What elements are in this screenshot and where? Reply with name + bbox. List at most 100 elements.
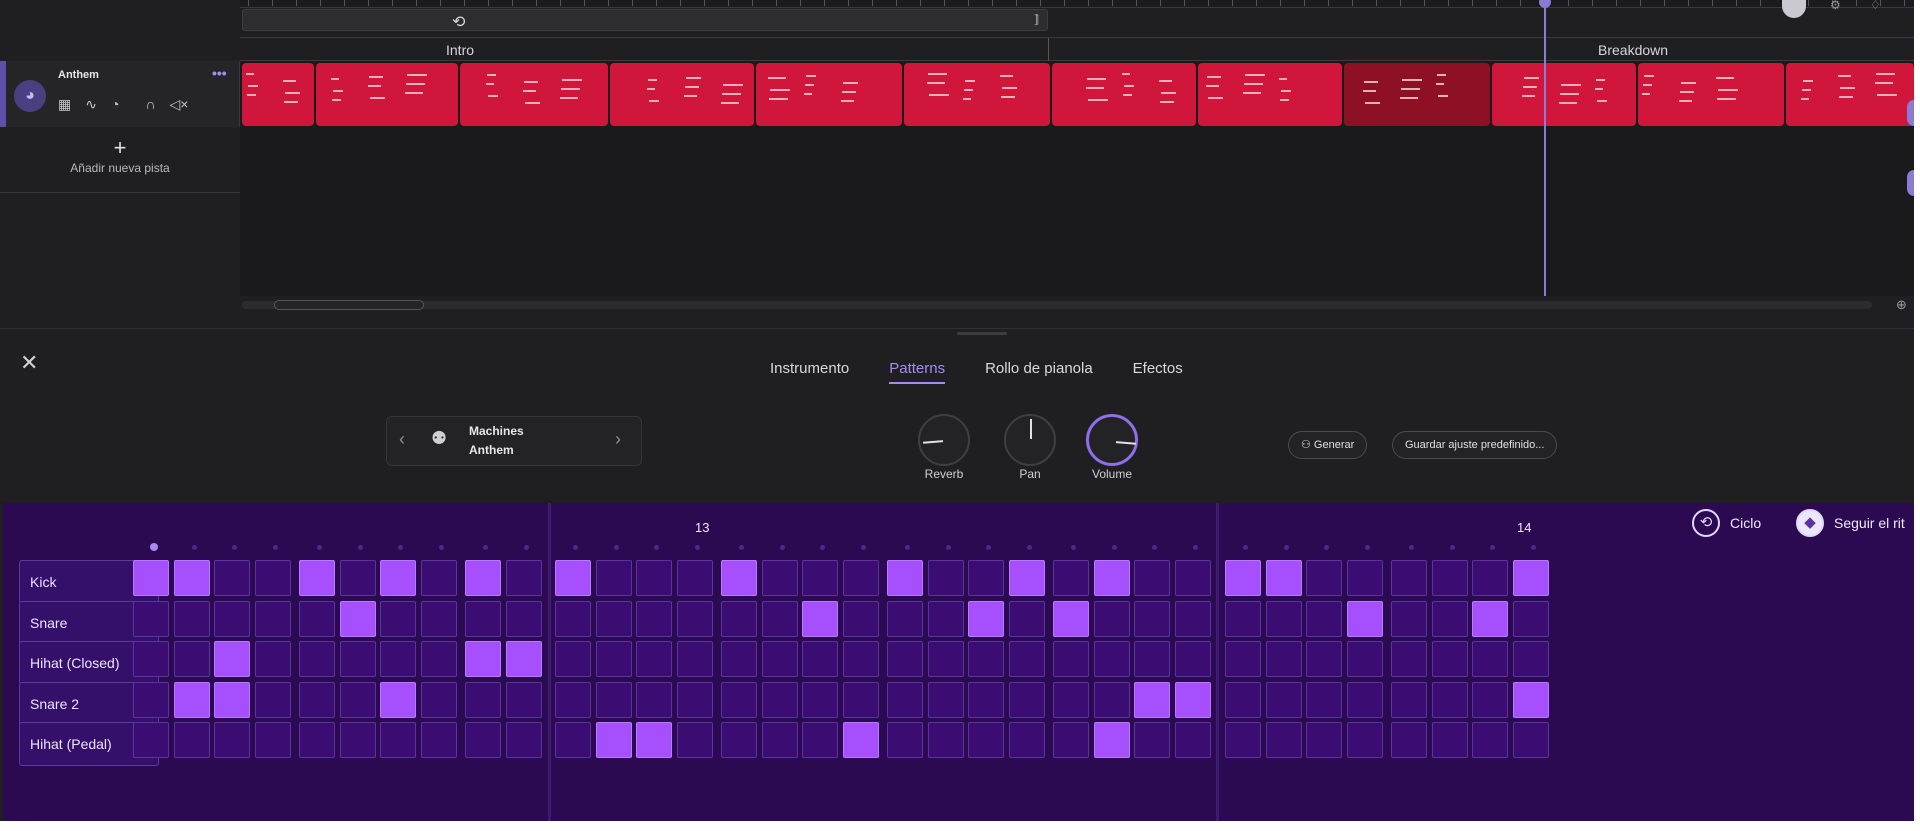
step-cell[interactable] — [721, 641, 757, 677]
step-cell[interactable] — [133, 641, 169, 677]
step-cell[interactable] — [1512, 641, 1549, 677]
step-cell[interactable] — [968, 681, 1004, 718]
step-cell[interactable] — [1134, 722, 1170, 758]
step-cell[interactable] — [595, 641, 632, 677]
step-cell[interactable] — [420, 641, 457, 677]
step-cell[interactable] — [1008, 560, 1045, 596]
step-cell[interactable] — [1053, 722, 1089, 758]
step-cell[interactable] — [1431, 722, 1468, 758]
step-cell[interactable] — [555, 722, 591, 758]
step-cell[interactable] — [802, 681, 838, 718]
step-cell[interactable] — [636, 681, 672, 718]
step-cell[interactable] — [761, 641, 798, 677]
step-cell[interactable] — [1391, 560, 1427, 596]
step-cell[interactable] — [1391, 600, 1427, 637]
step-cell[interactable] — [555, 600, 591, 637]
pads-icon[interactable]: ▦ — [58, 96, 71, 113]
pattern-clip[interactable] — [1786, 63, 1914, 126]
step-cell[interactable] — [1008, 641, 1045, 677]
step-cell[interactable] — [676, 722, 713, 758]
step-cell[interactable] — [1472, 641, 1508, 677]
section-label-intro[interactable]: Intro — [446, 42, 474, 58]
step-cell[interactable] — [555, 681, 591, 718]
step-cell[interactable] — [1225, 681, 1261, 718]
step-cell[interactable] — [676, 641, 713, 677]
track-header[interactable]: ◕ Anthem ••• ▦ ∿ ◔ ∩ ◁× — [0, 61, 240, 127]
tab-effects[interactable]: Efectos — [1133, 360, 1183, 384]
step-cell[interactable] — [761, 600, 798, 637]
step-cell[interactable] — [1346, 641, 1383, 677]
step-cell[interactable] — [636, 600, 672, 637]
step-cell[interactable] — [1093, 560, 1130, 596]
step-cell[interactable] — [1472, 560, 1508, 596]
step-cell[interactable] — [555, 560, 591, 596]
pan-knob[interactable] — [1004, 414, 1056, 466]
step-cell[interactable] — [1225, 641, 1261, 677]
track-name[interactable]: Anthem — [58, 69, 99, 81]
step-cell[interactable] — [1431, 641, 1468, 677]
step-cell[interactable] — [636, 560, 672, 596]
step-cell[interactable] — [1225, 722, 1261, 758]
step-cell[interactable] — [465, 600, 501, 637]
step-cell[interactable] — [1265, 600, 1302, 637]
step-cell[interactable] — [299, 722, 335, 758]
step-cell[interactable] — [1512, 681, 1549, 718]
step-cell[interactable] — [254, 722, 291, 758]
zoom-icon[interactable]: ⊕ — [1896, 297, 1907, 313]
step-cell[interactable] — [721, 722, 757, 758]
resize-grip[interactable] — [957, 332, 1007, 335]
step-cell[interactable] — [761, 681, 798, 718]
step-cell[interactable] — [339, 560, 376, 596]
step-cell[interactable] — [173, 560, 210, 596]
step-cell[interactable] — [465, 560, 501, 596]
step-cell[interactable] — [1346, 600, 1383, 637]
pattern-clip[interactable] — [1638, 63, 1784, 126]
step-cell[interactable] — [1431, 681, 1468, 718]
step-cell[interactable] — [133, 722, 169, 758]
step-cell[interactable] — [1306, 600, 1342, 637]
loop-toggle[interactable]: ⟲ Ciclo — [1692, 509, 1761, 537]
step-cell[interactable] — [1174, 722, 1211, 758]
pattern-clip[interactable] — [1344, 63, 1490, 126]
timeline-ruler[interactable] — [240, 0, 1914, 8]
step-cell[interactable] — [214, 600, 250, 637]
step-cell[interactable] — [1225, 600, 1261, 637]
step-cell[interactable] — [721, 681, 757, 718]
step-cell[interactable] — [420, 560, 457, 596]
step-cell[interactable] — [505, 641, 542, 677]
step-cell[interactable] — [133, 600, 169, 637]
headphones-icon[interactable]: ∩ — [145, 96, 155, 113]
step-cell[interactable] — [1391, 722, 1427, 758]
step-cell[interactable] — [380, 641, 416, 677]
step-cell[interactable] — [173, 722, 210, 758]
step-cell[interactable] — [254, 681, 291, 718]
step-cell[interactable] — [842, 641, 879, 677]
tab-instrument[interactable]: Instrumento — [770, 360, 849, 384]
pattern-clip[interactable] — [460, 63, 608, 126]
step-cell[interactable] — [721, 560, 757, 596]
generate-button[interactable]: ⚇ Generar — [1288, 431, 1368, 459]
loop-icon[interactable]: ⟲ — [452, 12, 465, 32]
step-cell[interactable] — [420, 600, 457, 637]
step-cell[interactable] — [927, 560, 964, 596]
step-cell[interactable] — [802, 641, 838, 677]
step-cell[interactable] — [595, 722, 632, 758]
step-cell[interactable] — [505, 560, 542, 596]
tab-piano-roll[interactable]: Rollo de pianola — [985, 360, 1093, 384]
step-cell[interactable] — [1174, 641, 1211, 677]
step-cell[interactable] — [254, 600, 291, 637]
step-cell[interactable] — [968, 722, 1004, 758]
step-cell[interactable] — [555, 641, 591, 677]
step-cell[interactable] — [842, 722, 879, 758]
step-cell[interactable] — [1093, 681, 1130, 718]
scrollbar-thumb[interactable] — [274, 300, 424, 310]
step-cell[interactable] — [1225, 560, 1261, 596]
step-cell[interactable] — [299, 600, 335, 637]
step-cell[interactable] — [1346, 560, 1383, 596]
step-cell[interactable] — [214, 681, 250, 718]
step-cell[interactable] — [1306, 641, 1342, 677]
step-cell[interactable] — [842, 600, 879, 637]
step-cell[interactable] — [133, 681, 169, 718]
pattern-clip[interactable] — [1052, 63, 1196, 126]
step-cell[interactable] — [1306, 560, 1342, 596]
